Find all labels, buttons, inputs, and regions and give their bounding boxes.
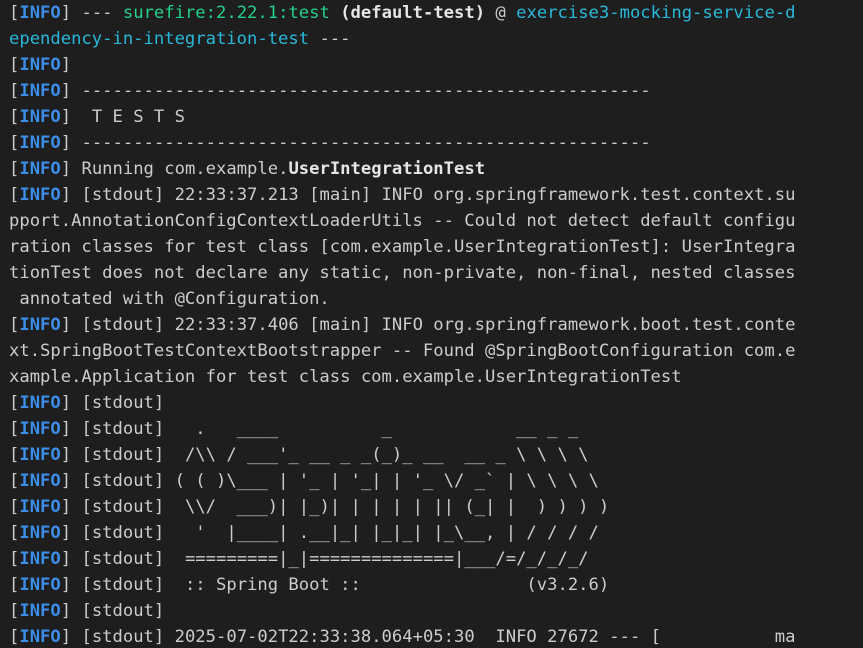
log-text: [stdout] . ____ _ __ _ _ <box>71 419 579 439</box>
log-level-tag: [INFO] <box>9 393 72 413</box>
log-level-tag: [INFO] <box>9 55 72 75</box>
log-text: annotated with @Configuration. <box>9 289 330 309</box>
terminal-line: xample.Application for test class com.ex… <box>9 364 863 390</box>
terminal-line: [INFO] T E S T S <box>9 104 863 130</box>
terminal-output[interactable]: [INFO] --- surefire:2.22.1:test (default… <box>0 0 863 648</box>
terminal-line: [INFO] [stdout] 2025-07-02T22:33:38.064+… <box>9 624 863 648</box>
terminal-line: annotated with @Configuration. <box>9 286 863 312</box>
log-text: --- <box>71 3 123 23</box>
log-text: surefire:2.22.1:test <box>122 3 330 23</box>
log-text: pport.AnnotationConfigContextLoaderUtils… <box>9 211 796 231</box>
log-text: xample.Application for test class com.ex… <box>9 367 682 387</box>
log-text: [stdout] ' |____| .__|_| |_|_| |_\__, | … <box>71 523 599 543</box>
terminal-line: [INFO] Running com.example.UserIntegrati… <box>9 156 863 182</box>
log-text: exercise3-mocking-service-d <box>516 3 796 23</box>
log-text: [stdout] <box>71 393 165 413</box>
log-text: --- <box>309 29 351 49</box>
log-text: [stdout] <box>71 601 165 621</box>
log-level-tag: [INFO] <box>9 159 72 179</box>
log-text: [stdout] \\/ ___)| |_)| | | | | || (_| |… <box>71 497 610 517</box>
log-level-tag: [INFO] <box>9 107 72 127</box>
terminal-line: [INFO] [stdout] ' |____| .__|_| |_|_| |_… <box>9 520 863 546</box>
log-level-tag: [INFO] <box>9 3 72 23</box>
log-level-tag: [INFO] <box>9 497 72 517</box>
terminal-line: [INFO] [stdout] /\\ / ___'_ __ _ _(_)_ _… <box>9 442 863 468</box>
log-text: [stdout] =========|_|==============|___/… <box>71 549 589 569</box>
terminal-line: [INFO] [stdout] \\/ ___)| |_)| | | | | |… <box>9 494 863 520</box>
log-level-tag: [INFO] <box>9 549 72 569</box>
log-level-tag: [INFO] <box>9 133 72 153</box>
log-level-tag: [INFO] <box>9 445 72 465</box>
log-text: [stdout] /\\ / ___'_ __ _ _(_)_ __ __ _ … <box>71 445 589 465</box>
log-text: (default-test) <box>340 3 486 23</box>
terminal-line: [INFO] [stdout] . ____ _ __ _ _ <box>9 416 863 442</box>
terminal-line: [INFO] ---------------------------------… <box>9 130 863 156</box>
log-level-tag: [INFO] <box>9 315 72 335</box>
terminal-line: ependency-in-integration-test --- <box>9 26 863 52</box>
log-text: ration classes for test class [com.examp… <box>9 237 796 257</box>
terminal-line: [INFO] [stdout] ( ( )\___ | '_ | '_| | '… <box>9 468 863 494</box>
log-text: ----------------------------------------… <box>71 133 651 153</box>
log-text: ----------------------------------------… <box>71 81 651 101</box>
log-level-tag: [INFO] <box>9 523 72 543</box>
log-text: [stdout] ( ( )\___ | '_ | '_| | '_ \/ _`… <box>71 471 599 491</box>
log-level-tag: [INFO] <box>9 471 72 491</box>
terminal-line: pport.AnnotationConfigContextLoaderUtils… <box>9 208 863 234</box>
terminal-line: [INFO] --- surefire:2.22.1:test (default… <box>9 0 863 26</box>
log-text: @ <box>485 3 517 23</box>
terminal-line: [INFO] [stdout] 22:33:37.406 [main] INFO… <box>9 312 863 338</box>
log-level-tag: [INFO] <box>9 627 72 647</box>
log-text: xt.SpringBootTestContextBootstrapper -- … <box>9 341 796 361</box>
terminal-line: ration classes for test class [com.examp… <box>9 234 863 260</box>
terminal-line: [INFO] [stdout] :: Spring Boot :: (v3.2.… <box>9 572 863 598</box>
log-level-tag: [INFO] <box>9 601 72 621</box>
log-text: [stdout] 2025-07-02T22:33:38.064+05:30 I… <box>71 627 796 647</box>
log-level-tag: [INFO] <box>9 185 72 205</box>
log-text: ependency-in-integration-test <box>9 29 310 49</box>
log-text: [stdout] :: Spring Boot :: (v3.2.6) <box>71 575 610 595</box>
log-text: tionTest does not declare any static, no… <box>9 263 796 283</box>
terminal-line: [INFO] [stdout] 22:33:37.213 [main] INFO… <box>9 182 863 208</box>
terminal-line: [INFO] [stdout] =========|_|============… <box>9 546 863 572</box>
log-level-tag: [INFO] <box>9 419 72 439</box>
terminal-line: [INFO] ---------------------------------… <box>9 78 863 104</box>
log-level-tag: [INFO] <box>9 81 72 101</box>
log-text: T E S T S <box>71 107 185 127</box>
terminal-line: xt.SpringBootTestContextBootstrapper -- … <box>9 338 863 364</box>
terminal-line: tionTest does not declare any static, no… <box>9 260 863 286</box>
terminal-line: [INFO] <box>9 52 863 78</box>
log-text: [stdout] 22:33:37.213 [main] INFO org.sp… <box>71 185 796 205</box>
log-level-tag: [INFO] <box>9 575 72 595</box>
log-text: UserIntegrationTest <box>288 159 486 179</box>
log-text: [stdout] 22:33:37.406 [main] INFO org.sp… <box>71 315 796 335</box>
log-text: Running com.example. <box>71 159 289 179</box>
terminal-line: [INFO] [stdout] <box>9 598 863 624</box>
terminal-line: [INFO] [stdout] <box>9 390 863 416</box>
